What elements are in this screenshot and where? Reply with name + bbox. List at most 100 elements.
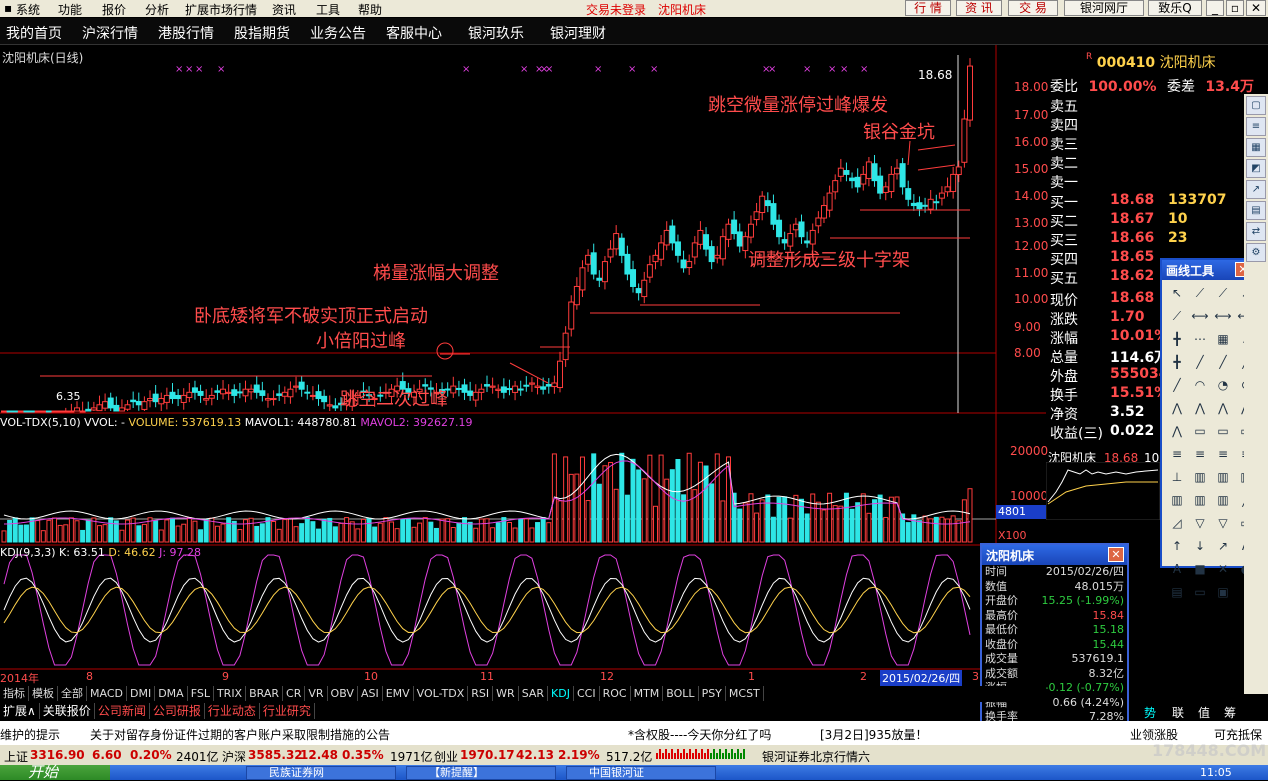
draw-tool-icon[interactable]: ╋ — [1166, 328, 1188, 350]
nav-wealth[interactable]: 银河理财 — [550, 23, 606, 43]
draw-tools-palette[interactable]: 画线工具 ✕ ↖⟋⟋↗⟋⟷⟷⟷╋⋯▦⫽╋╱╱╱╱◠◔⊘⋀⋀⋀⋀⋀▭▭▭≡≡≡≡⊥… — [1160, 258, 1256, 599]
indicator-tab[interactable]: FSL — [188, 686, 214, 701]
draw-tool-icon[interactable]: ⋀ — [1166, 397, 1188, 419]
draw-tool-icon[interactable]: ▥ — [1189, 466, 1211, 488]
restore-icon[interactable]: ▫ — [1226, 0, 1244, 16]
indicator-tab[interactable]: DMA — [155, 686, 188, 701]
grid-icon[interactable]: ▦ — [1246, 138, 1266, 157]
draw-tool-icon[interactable]: ╱ — [1189, 351, 1211, 373]
tab-trend[interactable]: 势 — [1144, 704, 1156, 721]
news-button[interactable]: 资 讯 — [956, 0, 1002, 16]
draw-tool-icon[interactable]: ≡ — [1212, 443, 1234, 465]
draw-tool-icon[interactable]: ▥ — [1166, 489, 1188, 511]
draw-tool-icon[interactable]: ▥ — [1212, 466, 1234, 488]
tab-value[interactable]: 值 — [1198, 704, 1210, 721]
draw-tool-icon[interactable]: ◿ — [1166, 512, 1188, 534]
portal-button[interactable]: 银河网厅 — [1064, 0, 1144, 16]
nav-shsz[interactable]: 沪深行情 — [82, 23, 138, 43]
indicator-tab[interactable]: 全部 — [58, 686, 87, 701]
draw-tool-icon[interactable]: ≡ — [1189, 443, 1211, 465]
draw-tool-icon[interactable]: ⟋ — [1189, 282, 1211, 304]
draw-tool-icon[interactable]: ▤ — [1166, 581, 1188, 603]
info-tab[interactable]: 公司研报 — [150, 703, 205, 719]
indicator-tab[interactable]: MACD — [87, 686, 127, 701]
info-tab[interactable]: 行业动态 — [205, 703, 260, 719]
draw-tool-icon[interactable]: ▭ — [1212, 420, 1234, 442]
info-tab[interactable]: 公司新闻 — [95, 703, 150, 719]
quote-button[interactable]: 行 情 — [905, 0, 951, 16]
draw-tool-icon[interactable]: ↖ — [1166, 282, 1188, 304]
ticker-item[interactable]: [3月2日]935放量！ — [820, 726, 928, 743]
draw-tool-icon[interactable]: ▥ — [1189, 489, 1211, 511]
indicator-tab[interactable]: MTM — [631, 686, 664, 701]
start-button[interactable]: 开始 — [0, 765, 110, 780]
indicator-tab[interactable]: PSY — [699, 686, 726, 701]
draw-tool-icon[interactable]: ◠ — [1189, 374, 1211, 396]
menu-function[interactable]: 功能 — [58, 1, 82, 18]
draw-tool-icon[interactable]: ⋀ — [1212, 397, 1234, 419]
draw-tool-icon[interactable]: ⟷ — [1212, 305, 1234, 327]
draw-tool-icon[interactable]: ✕ — [1212, 558, 1234, 580]
task-item[interactable]: 中国银河证 — [566, 766, 716, 780]
menu-tools[interactable]: 工具 — [316, 1, 340, 18]
indicator-tab[interactable]: 模板 — [29, 686, 58, 701]
list-icon[interactable]: ≡ — [1246, 117, 1266, 136]
data-window-titlebar[interactable]: 沈阳机床 ✕ — [982, 545, 1127, 565]
menu-help[interactable]: 帮助 — [358, 1, 382, 18]
draw-tool-icon[interactable]: ╱ — [1212, 351, 1234, 373]
indicator-tab[interactable]: BRAR — [246, 686, 284, 701]
indicator-tab[interactable]: MCST — [726, 686, 764, 701]
indicator-tab[interactable]: SAR — [519, 686, 549, 701]
trade-button[interactable]: 交 易 — [1008, 0, 1058, 16]
line-chart-icon[interactable]: ↗ — [1246, 180, 1266, 199]
indicator-tab[interactable]: 指标 — [0, 686, 29, 701]
draw-tool-icon[interactable]: ⟷ — [1189, 305, 1211, 327]
task-item[interactable]: 【新提醒】 — [406, 766, 556, 780]
zoom-in-icon[interactable]: ▢ — [1246, 96, 1266, 115]
draw-tool-icon[interactable]: ╱ — [1166, 374, 1188, 396]
tab-link[interactable]: 联 — [1172, 704, 1184, 721]
task-item[interactable]: 民族证券网 — [246, 766, 396, 780]
menu-analysis[interactable]: 分析 — [145, 1, 169, 18]
nav-jiule[interactable]: 银河玖乐 — [468, 23, 524, 43]
draw-tool-icon[interactable]: ▥ — [1212, 489, 1234, 511]
indicator-tab[interactable]: RSI — [468, 686, 494, 701]
qq-button[interactable]: 致乐Q — [1148, 0, 1202, 16]
book-icon[interactable]: ▤ — [1246, 201, 1266, 220]
draw-tool-icon[interactable]: ▽ — [1189, 512, 1211, 534]
minimize-icon[interactable]: _ — [1206, 0, 1224, 16]
draw-tool-icon[interactable]: ⋀ — [1189, 397, 1211, 419]
indicator-tab[interactable]: CCI — [574, 686, 600, 701]
menu-system[interactable]: 系统 — [16, 1, 40, 18]
draw-tool-icon[interactable]: ⊥ — [1166, 466, 1188, 488]
info-tab[interactable]: 扩展∧ — [0, 703, 40, 719]
menu-quote[interactable]: 报价 — [102, 1, 126, 18]
indicator-tab[interactable]: ASI — [358, 686, 383, 701]
indicator-tab[interactable]: ROC — [600, 686, 631, 701]
draw-tool-icon[interactable]: A — [1166, 558, 1188, 580]
draw-tool-icon[interactable]: ■ — [1189, 558, 1211, 580]
draw-tool-icon[interactable]: ⋀ — [1166, 420, 1188, 442]
indicator-tab[interactable]: VOL-TDX — [414, 686, 469, 701]
close-icon[interactable]: ✕ — [1246, 0, 1266, 16]
menu-ext-market[interactable]: 扩展市场行情 — [185, 1, 257, 18]
draw-tool-icon[interactable]: ↗ — [1212, 535, 1234, 557]
draw-tool-icon[interactable]: ▦ — [1212, 328, 1234, 350]
nav-futures[interactable]: 股指期货 — [234, 23, 290, 43]
chart-icon[interactable]: ◩ — [1246, 159, 1266, 178]
draw-tool-icon[interactable]: ▣ — [1212, 581, 1234, 603]
menu-news[interactable]: 资讯 — [272, 1, 296, 18]
draw-tool-icon[interactable]: ≡ — [1166, 443, 1188, 465]
indicator-tab[interactable]: BOLL — [663, 686, 699, 701]
draw-tool-icon[interactable]: ▭ — [1189, 581, 1211, 603]
draw-tool-icon[interactable]: ↓ — [1189, 535, 1211, 557]
draw-tool-icon[interactable]: ⟋ — [1166, 305, 1188, 327]
info-tab[interactable]: 关联报价 — [40, 703, 95, 719]
draw-tool-icon[interactable]: ▽ — [1212, 512, 1234, 534]
indicator-tab[interactable]: DMI — [127, 686, 156, 701]
settings-icon[interactable]: ⚙ — [1246, 243, 1266, 262]
tab-chip[interactable]: 筹 — [1224, 704, 1236, 721]
compare-icon[interactable]: ⇄ — [1246, 222, 1266, 241]
ticker-item[interactable]: 关于对留存身份证件过期的客户账户采取限制措施的公告 — [90, 726, 390, 743]
draw-tool-icon[interactable]: ╋ — [1166, 351, 1188, 373]
